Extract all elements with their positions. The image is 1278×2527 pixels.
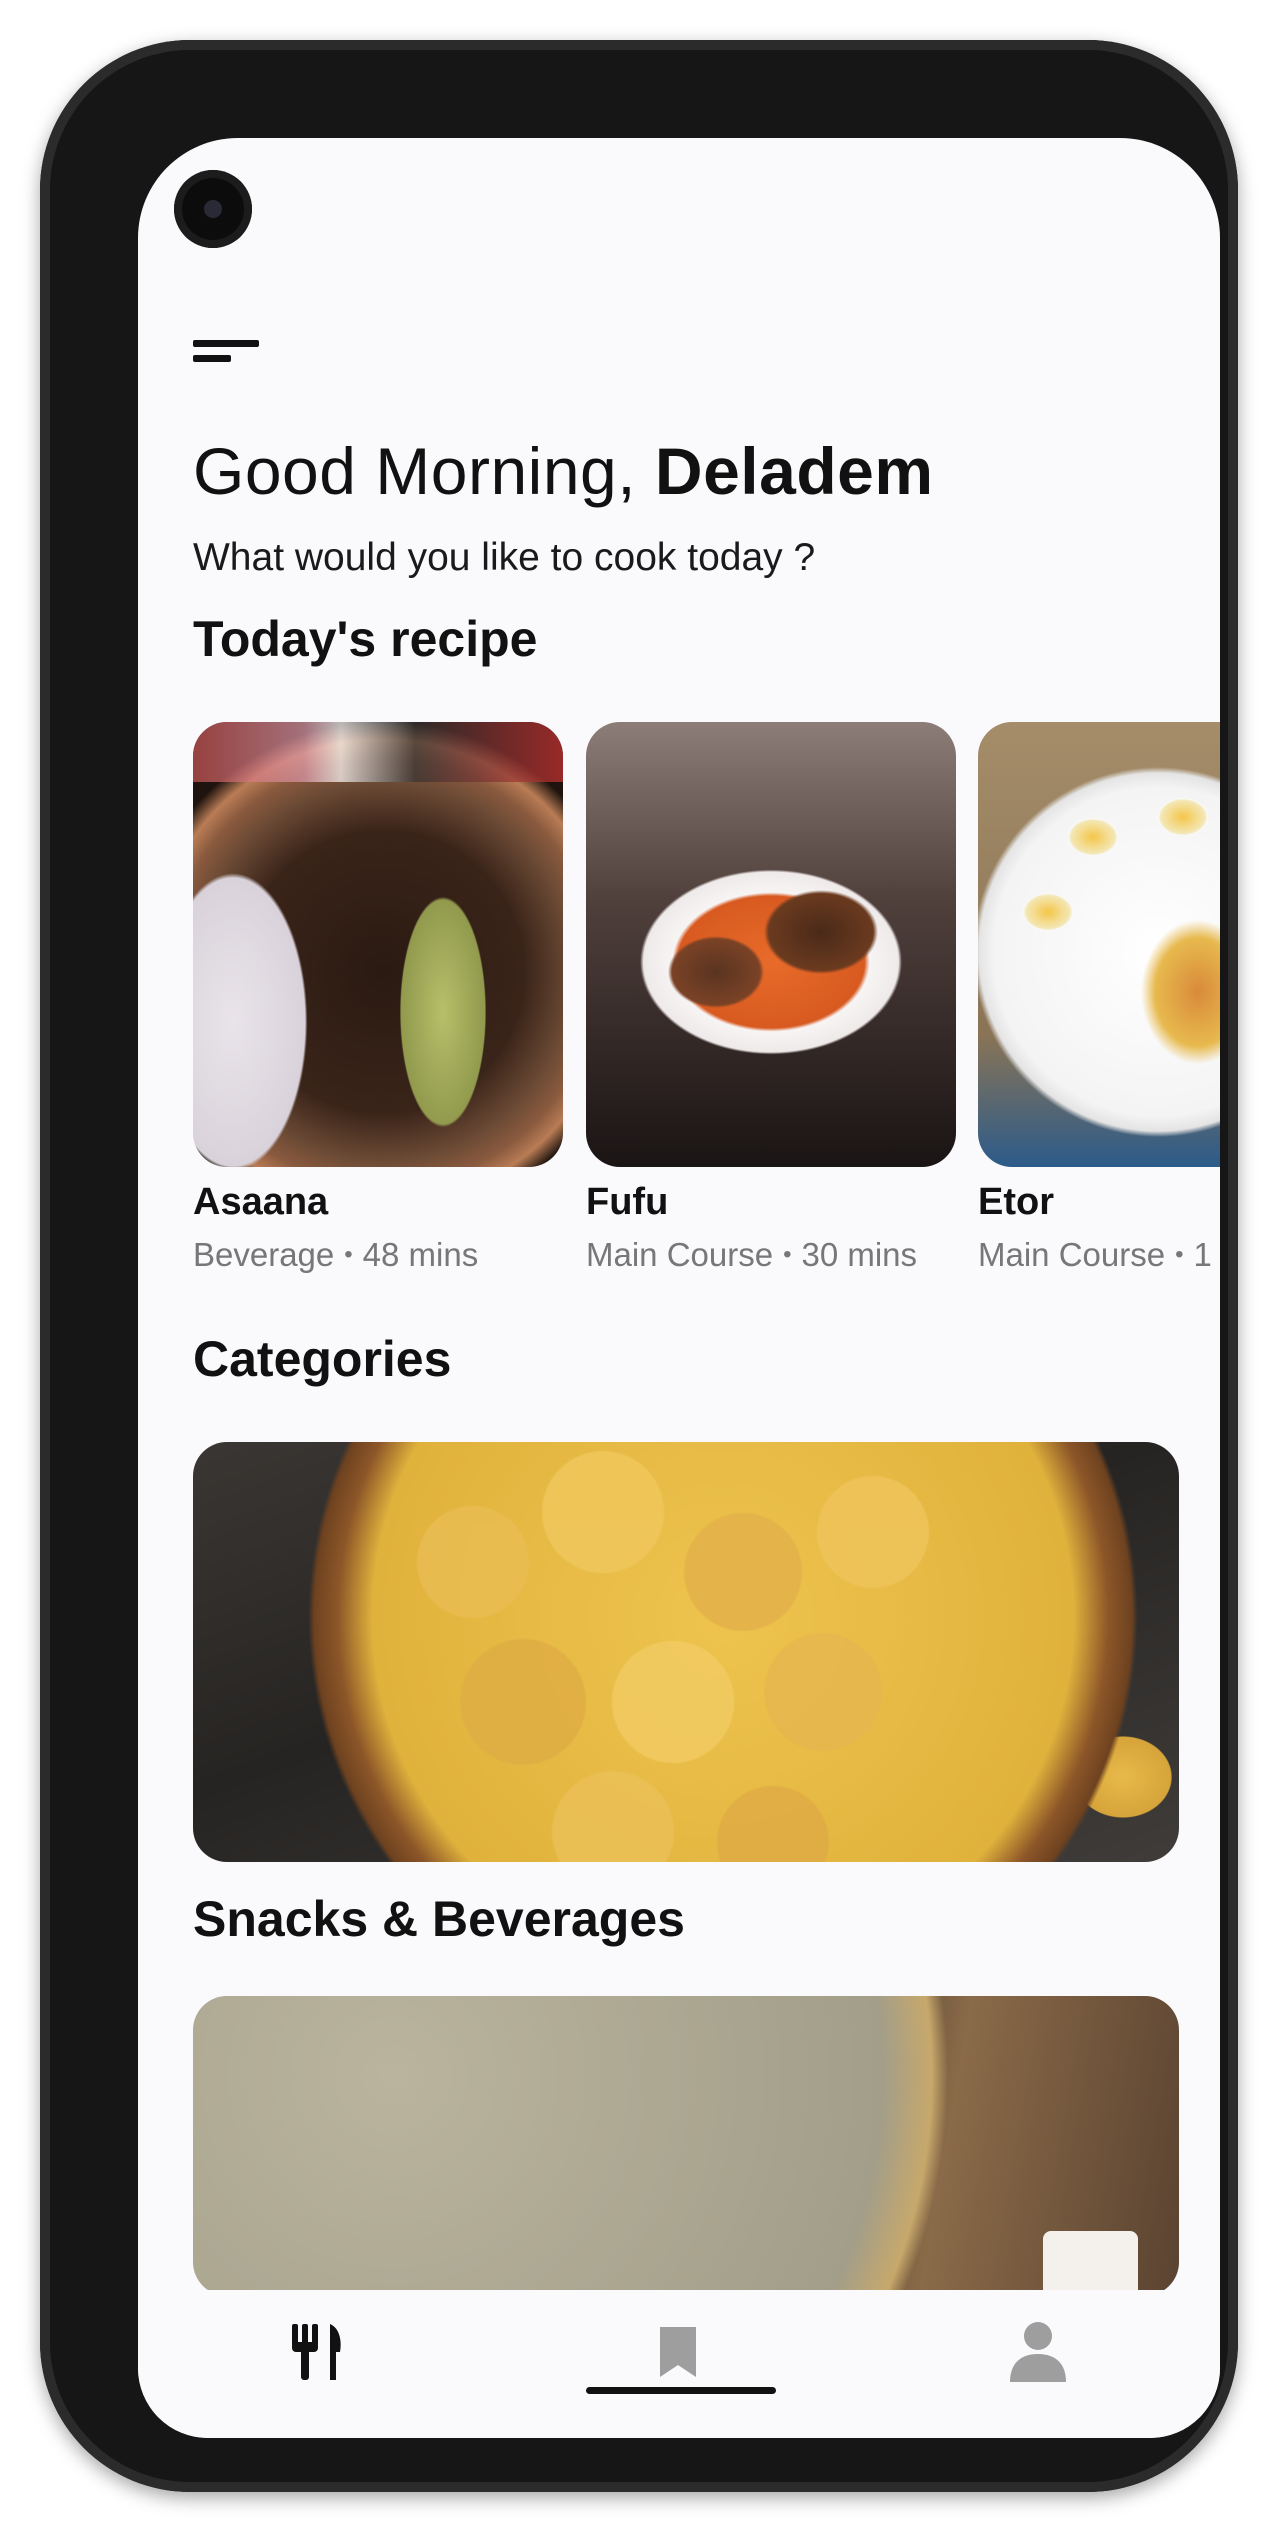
- category-card-next[interactable]: [193, 1996, 1179, 2296]
- recipe-category: Main Course: [978, 1236, 1166, 1273]
- recipe-name: Fufu: [586, 1181, 669, 1223]
- recipe-meta: Beverage • 48 mins: [193, 1236, 479, 1273]
- greeting-prefix: Good Morning,: [193, 434, 637, 508]
- user-name: Deladem: [654, 434, 934, 508]
- recipe-duration: 48 mins: [362, 1236, 479, 1273]
- phone-frame: Good Morning, Deladem What would you lik…: [40, 40, 1238, 2492]
- recipe-duration: 1: [1193, 1236, 1212, 1273]
- recipe-card-asaana[interactable]: Asaana Beverage • 48 mins: [193, 722, 563, 1274]
- front-camera: [174, 170, 252, 248]
- recipe-image: [586, 722, 956, 1167]
- todays-recipe-title: Today's recipe: [193, 611, 538, 667]
- bottom-navigation: [138, 2290, 1220, 2438]
- recipe-category: Main Course: [586, 1236, 774, 1273]
- recipe-meta: Main Course • 30 mins: [586, 1236, 918, 1273]
- recipe-meta: Main Course • 1: [978, 1236, 1212, 1273]
- nav-saved[interactable]: [638, 2312, 718, 2392]
- fork-knife-icon: [292, 2324, 341, 2380]
- greeting-subtitle: What would you like to cook today ?: [193, 536, 816, 579]
- menu-icon[interactable]: [193, 338, 259, 368]
- recipe-name: Asaana: [193, 1181, 329, 1223]
- recipe-card-fufu[interactable]: Fufu Main Course • 30 mins: [586, 722, 956, 1274]
- categories-title: Categories: [193, 1331, 452, 1387]
- category-label: Snacks & Beverages: [193, 1891, 685, 1947]
- recipe-name: Etor: [978, 1181, 1054, 1223]
- recipe-image: [193, 722, 563, 1167]
- app-screen: Good Morning, Deladem What would you lik…: [138, 138, 1220, 2438]
- recipe-duration: 30 mins: [801, 1236, 918, 1273]
- recipe-image: [978, 722, 1220, 1167]
- home-indicator[interactable]: [586, 2387, 776, 2394]
- nav-recipes[interactable]: [278, 2312, 358, 2392]
- recipe-category: Beverage: [193, 1236, 335, 1273]
- user-icon: [1010, 2322, 1066, 2382]
- recipe-card-etor[interactable]: Etor Main Course • 1: [978, 722, 1220, 1274]
- nav-profile[interactable]: [998, 2312, 1078, 2392]
- category-card-snacks-beverages[interactable]: [193, 1442, 1179, 1862]
- bookmark-icon: [660, 2327, 696, 2377]
- greeting-heading: Good Morning, Deladem: [193, 433, 934, 509]
